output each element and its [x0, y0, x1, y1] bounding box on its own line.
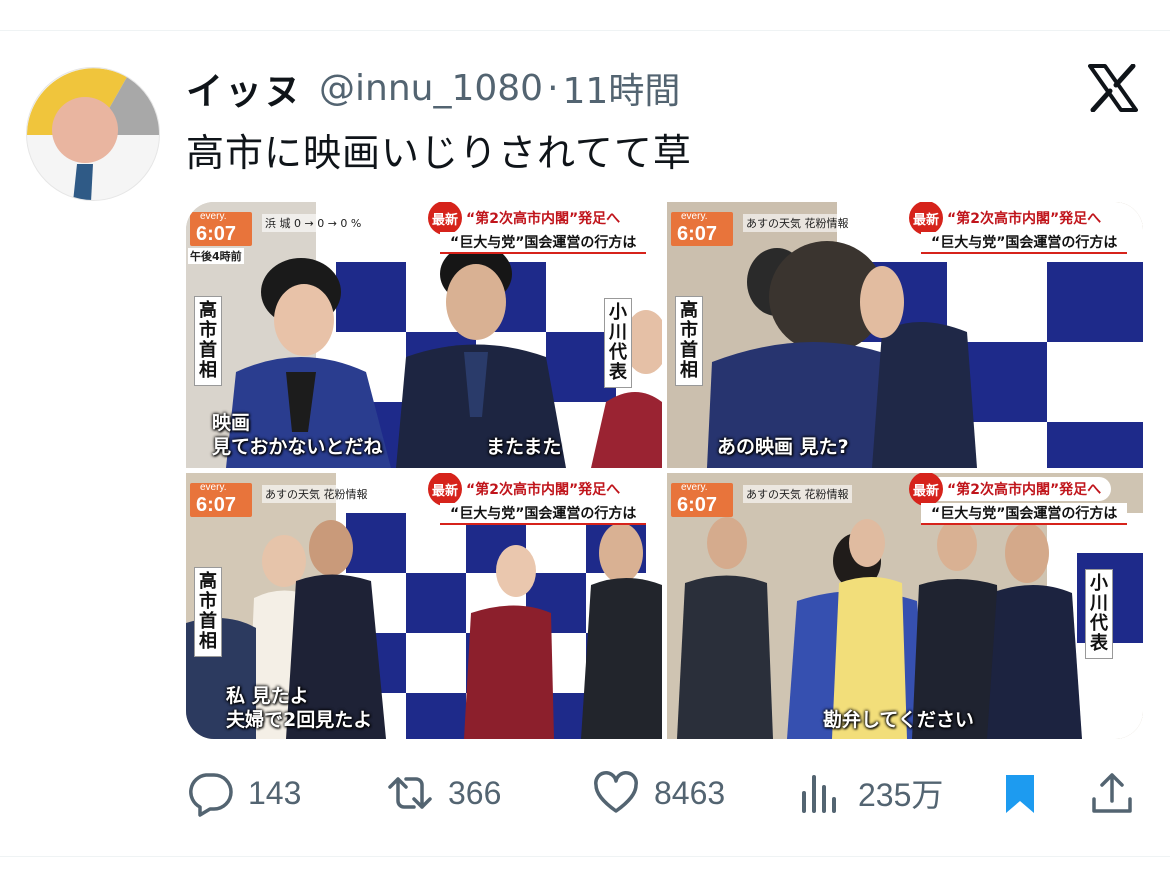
subtitle-line-2: 見ておかないとだね	[212, 436, 383, 458]
media-grid: every. 6:07 浜 城 0 → 0 → 0 % 午後4時前 最新 “第2…	[186, 202, 1143, 739]
display-name[interactable]: イッヌ	[186, 61, 303, 115]
user-handle[interactable]: @innu_1080	[319, 68, 543, 109]
separator-dot: ·	[547, 67, 559, 109]
media-panel-2[interactable]: every. 6:07 あすの天気 花粉情報 最新 “第2次高市内閣”発足へ “…	[667, 202, 1143, 468]
name-tag-takaichi: 高市首相	[194, 567, 222, 657]
time-of-day: 午後4時前	[188, 248, 244, 264]
x-logo-icon[interactable]	[1088, 63, 1138, 113]
bottom-divider	[0, 856, 1170, 857]
latest-badge: 最新	[909, 202, 943, 235]
news-subhead-bar: “巨大与党”国会運営の行方は	[440, 232, 647, 254]
broadcast-time: 6:07	[196, 494, 237, 516]
latest-badge: 最新	[428, 473, 462, 506]
media-panel-4[interactable]: every. 6:07 あすの天気 花粉情報 最新 “第2次高市内閣”発足へ “…	[667, 473, 1143, 739]
tweet-header: イッヌ @innu_1080 · 11時間	[186, 62, 680, 114]
news-headline-bar: 最新 “第2次高市内閣”発足へ	[428, 202, 631, 235]
reply-button[interactable]: 143	[186, 768, 301, 818]
subtitle-reply: またまた	[486, 436, 562, 458]
view-count: 235万	[858, 777, 944, 813]
broadcast-time-badge: every. 6:07	[671, 211, 733, 246]
news-headline-bar: 最新 “第2次高市内閣”発足へ	[909, 473, 1112, 506]
news-headline-bar: 最新 “第2次高市内閣”発足へ	[428, 473, 631, 506]
news-subhead: “巨大与党”国会運営の行方は	[931, 506, 1118, 522]
news-subhead-bar: “巨大与党”国会運営の行方は	[921, 232, 1128, 254]
media-panel-1[interactable]: every. 6:07 浜 城 0 → 0 → 0 % 午後4時前 最新 “第2…	[186, 202, 662, 468]
avatar[interactable]	[26, 67, 160, 201]
program-logo: every.	[200, 482, 227, 493]
news-subhead: “巨大与党”国会運営の行方は	[450, 506, 637, 522]
subtitle-line-1: 私 見たよ	[226, 685, 309, 707]
avatar-image	[27, 68, 159, 200]
weather-info: あすの天気 花粉情報	[743, 214, 852, 232]
heart-icon	[594, 771, 638, 813]
like-count: 8463	[654, 774, 726, 811]
retweet-arrows-icon	[388, 777, 432, 809]
reply-count: 143	[248, 774, 302, 811]
top-divider	[0, 30, 1170, 31]
name-tag-takaichi: 高市首相	[675, 296, 703, 386]
broadcast-time-badge: every. 6:07	[190, 482, 252, 517]
news-headline-bar: 最新 “第2次高市内閣”発足へ	[909, 202, 1112, 235]
program-logo: every.	[200, 211, 227, 222]
subtitle-line-1: 映画	[212, 412, 251, 434]
broadcast-time-badge: every. 6:07	[190, 211, 252, 246]
bar-chart-icon	[802, 775, 836, 813]
bookmark-button[interactable]	[996, 768, 1044, 818]
tweet-action-bar: 143 366 8463 235万	[186, 768, 1143, 818]
like-button[interactable]: 8463	[592, 768, 725, 818]
news-subhead-bar: “巨大与党”国会運営の行方は	[440, 503, 647, 525]
news-headline: “第2次高市内閣”発足へ	[947, 482, 1102, 498]
share-button[interactable]	[1088, 768, 1136, 818]
retweet-button[interactable]: 366	[386, 768, 501, 818]
speech-bubble-icon	[189, 773, 233, 817]
news-subhead: “巨大与党”国会運営の行方は	[931, 235, 1118, 251]
bookmark-icon	[1006, 775, 1034, 813]
broadcast-time-badge: every. 6:07	[671, 482, 733, 517]
news-subhead-bar: “巨大与党”国会運営の行方は	[921, 503, 1128, 525]
broadcast-time: 6:07	[677, 223, 718, 245]
weather-info: あすの天気 花粉情報	[262, 485, 371, 503]
latest-badge: 最新	[428, 202, 462, 235]
timestamp[interactable]: 11時間	[563, 62, 681, 114]
subtitle-line: あの映画 見た?	[717, 436, 849, 458]
news-headline: “第2次高市内閣”発足へ	[466, 482, 621, 498]
subtitle-line: 勘弁してください	[823, 709, 974, 731]
news-headline: “第2次高市内閣”発足へ	[947, 211, 1102, 227]
news-headline: “第2次高市内閣”発足へ	[466, 211, 621, 227]
program-logo: every.	[681, 211, 708, 222]
program-logo: every.	[681, 482, 708, 493]
weather-info: あすの天気 花粉情報	[743, 485, 852, 503]
latest-badge: 最新	[909, 473, 943, 506]
share-upload-icon	[1092, 773, 1132, 813]
name-tag-takaichi: 高市首相	[194, 296, 222, 386]
weather-info: 浜 城 0 → 0 → 0 %	[262, 214, 365, 232]
broadcast-time: 6:07	[196, 223, 237, 245]
media-panel-3[interactable]: every. 6:07 あすの天気 花粉情報 最新 “第2次高市内閣”発足へ “…	[186, 473, 662, 739]
news-subhead: “巨大与党”国会運営の行方は	[450, 235, 637, 251]
tweet-text: 高市に映画いじりされてて草	[186, 131, 692, 175]
retweet-count: 366	[448, 774, 502, 811]
subtitle-line-2: 夫婦で2回見たよ	[226, 709, 373, 731]
name-tag-ogawa: 小川代表	[1085, 569, 1113, 659]
name-tag-ogawa: 小川代表	[604, 298, 632, 388]
views-button[interactable]: 235万	[796, 768, 943, 818]
broadcast-time: 6:07	[677, 494, 718, 516]
